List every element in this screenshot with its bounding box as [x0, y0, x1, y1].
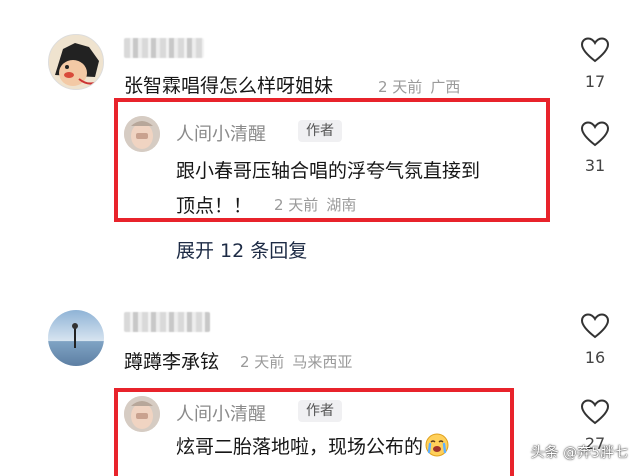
- like-heart-icon[interactable]: [580, 120, 610, 148]
- comment-meta: 2 天前 马来西亚: [240, 351, 352, 372]
- comment-text-content: 炫哥二胎落地啦，现场公布的: [176, 436, 424, 458]
- masked-username[interactable]: [124, 312, 210, 332]
- comment-time: 2 天前: [378, 78, 423, 96]
- author-avatar-icon: [124, 396, 160, 432]
- comment-text-line: 顶点！！: [176, 195, 253, 217]
- author-name[interactable]: 人间小清醒: [176, 400, 266, 426]
- cartoon-avatar-icon: [49, 35, 103, 89]
- author-name[interactable]: 人间小清醒: [176, 120, 266, 146]
- avatar[interactable]: [48, 34, 104, 90]
- sea-sunset-avatar-icon: [48, 310, 104, 366]
- comment-location: 广西: [430, 78, 461, 96]
- avatar[interactable]: [124, 396, 160, 432]
- comment-text: 炫哥二胎落地啦，现场公布的: [176, 432, 449, 459]
- comment-text: 张智霖唱得怎么样呀姐妹: [124, 75, 334, 97]
- watermark: 头条 @奔5胖七: [530, 445, 628, 461]
- comment-time: 2 天前: [274, 196, 319, 214]
- author-avatar-icon: [124, 116, 160, 152]
- author-badge: 作者: [298, 400, 342, 422]
- comment-meta: 2 天前 湖南: [274, 194, 356, 215]
- comment-text: 蹲蹲李承铉: [124, 351, 220, 373]
- crying-face-icon: [425, 433, 449, 457]
- author-badge: 作者: [298, 120, 342, 142]
- like-heart-icon[interactable]: [580, 36, 610, 64]
- avatar[interactable]: [124, 116, 160, 152]
- like-count: 17: [584, 72, 606, 91]
- like-heart-icon[interactable]: [580, 312, 610, 340]
- avatar[interactable]: [48, 310, 104, 366]
- comment-time: 2 天前: [240, 353, 285, 371]
- comment-meta: 2 天前 广西: [378, 76, 460, 97]
- like-count: 31: [584, 156, 606, 175]
- like-heart-icon[interactable]: [580, 398, 610, 426]
- masked-username[interactable]: [124, 38, 204, 58]
- comment-text-line: 跟小春哥压轴合唱的浮夸气氛直接到: [176, 160, 481, 182]
- expand-replies-button[interactable]: 展开 12 条回复: [176, 236, 307, 263]
- like-count: 16: [584, 348, 606, 367]
- comment-location: 湖南: [326, 196, 357, 214]
- comment-location: 马来西亚: [292, 353, 353, 371]
